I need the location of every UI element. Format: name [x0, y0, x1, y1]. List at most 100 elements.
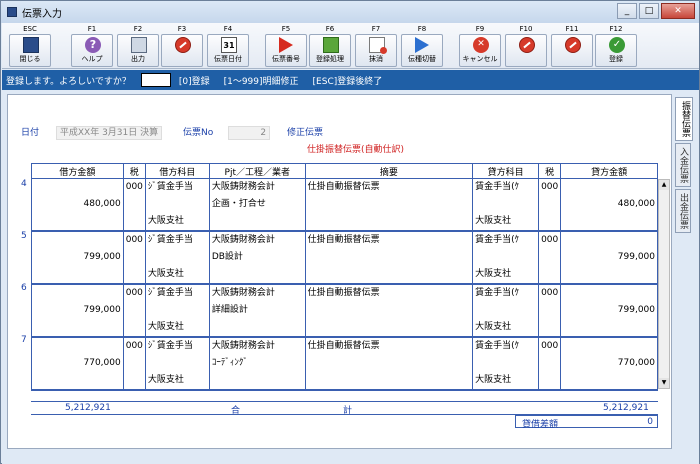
- fkey-face[interactable]: [161, 34, 203, 67]
- voucher-type-tabs: 振替伝票 入金伝票 出金伝票: [675, 97, 693, 235]
- table-row[interactable]: 770,000 000 ｼﾞ賃金手当 大阪支社 大阪鋳財務会計 ｺｰﾃﾞｨﾝｸﾞ 仕掛自動振…: [31, 337, 658, 391]
- cell-debit-dept[interactable]: 大阪支社: [146, 213, 209, 230]
- fkey-f1-button[interactable]: F1? ヘルプ: [70, 24, 114, 68]
- fkey-esc-button[interactable]: ESC 閉じる: [8, 24, 52, 68]
- fkey-label: F11: [565, 25, 579, 33]
- fkey-face[interactable]: [551, 34, 593, 67]
- tab-receipt-voucher[interactable]: 入金伝票: [675, 143, 691, 187]
- fkey-f8-button[interactable]: F8 伝種切替: [400, 24, 444, 68]
- fkey-f4-button[interactable]: F4 31 伝票日付: [206, 24, 250, 68]
- fkey-label: F10: [519, 25, 533, 33]
- cell-debit-amount[interactable]: 770,000: [32, 355, 123, 372]
- cell-pjt[interactable]: 大阪鋳財務会計: [210, 232, 305, 249]
- cell-credit-dept[interactable]: 大阪支社: [473, 319, 538, 336]
- cell-debit-amount[interactable]: 799,000: [32, 302, 123, 319]
- table-row[interactable]: 799,000 000 ｼﾞ賃金手当 大阪支社 大阪鋳財務会計 詳細設計 仕掛自動振替伝票賃…: [31, 284, 658, 338]
- cell-credit-amount[interactable]: 799,000: [561, 302, 657, 319]
- cell-pjt[interactable]: 大阪鋳財務会計: [210, 338, 305, 355]
- cell-process[interactable]: ｺｰﾃﾞｨﾝｸﾞ: [210, 355, 305, 372]
- cell-debit-dept[interactable]: 大阪支社: [146, 319, 209, 336]
- fkey-face[interactable]: 抹消: [355, 34, 397, 67]
- cell-debit-account[interactable]: ｼﾞ賃金手当: [146, 338, 209, 355]
- cell-credit-dept[interactable]: 大阪支社: [473, 266, 538, 283]
- red-play-icon: [279, 37, 295, 53]
- fkey-f5-button[interactable]: F5 伝票番号: [264, 24, 308, 68]
- fkey-face[interactable]: ✕ キャンセル: [459, 34, 501, 67]
- cell-process[interactable]: DB設計: [210, 249, 305, 266]
- fkey-label: F1: [87, 25, 97, 33]
- function-key-toolbar: ESC 閉じる F1? ヘルプ F2 出力 F3 F4 31 伝票日付 F5 伝票番号 F6 登録処理 F7…: [2, 23, 699, 69]
- tab-payment-voucher[interactable]: 出金伝票: [675, 189, 691, 233]
- fkey-f12-button[interactable]: F12 ✓ 登録: [594, 24, 638, 68]
- fkey-face[interactable]: 伝種切替: [401, 34, 443, 67]
- fkey-f9-button[interactable]: F9 ✕ キャンセル: [458, 24, 502, 68]
- tab-transfer-voucher[interactable]: 振替伝票: [675, 97, 693, 141]
- cell-debit-account[interactable]: ｼﾞ賃金手当: [146, 179, 209, 196]
- app-icon: [7, 7, 17, 17]
- cell-debit-tax[interactable]: 000: [124, 285, 145, 302]
- voucher-no-field[interactable]: 2: [228, 126, 271, 140]
- fkey-face[interactable]: ? ヘルプ: [71, 34, 113, 67]
- fkey-face[interactable]: 伝票番号: [265, 34, 307, 67]
- cell-credit-dept[interactable]: 大阪支社: [473, 372, 538, 389]
- cell-credit-dept[interactable]: 大阪支社: [473, 213, 538, 230]
- fkey-face[interactable]: [505, 34, 547, 67]
- cell-credit-amount[interactable]: 770,000: [561, 355, 657, 372]
- cell-credit-tax[interactable]: 000: [539, 338, 560, 355]
- fkey-label: F5: [281, 25, 291, 33]
- table-row[interactable]: 799,000 000 ｼﾞ賃金手当 大阪支社 大阪鋳財務会計 DB設計 仕掛自動振替伝票賃…: [31, 231, 658, 285]
- cell-memo[interactable]: 仕掛自動振替伝票: [306, 338, 473, 355]
- cell-process[interactable]: 詳細設計: [210, 302, 305, 319]
- cell-debit-tax[interactable]: 000: [124, 179, 145, 196]
- fkey-f7-button[interactable]: F7 抹消: [354, 24, 398, 68]
- cell-credit-account[interactable]: 賃金手当(ｹ: [473, 179, 538, 196]
- date-field[interactable]: 平成XX年 3月31日 決算: [55, 126, 163, 140]
- fkey-face[interactable]: 31 伝票日付: [207, 34, 249, 67]
- cell-pjt[interactable]: 大阪鋳財務会計: [210, 285, 305, 302]
- cell-credit-amount[interactable]: 480,000: [561, 196, 657, 213]
- cell-debit-dept[interactable]: 大阪支社: [146, 372, 209, 389]
- fkey-f6-button[interactable]: F6 登録処理: [308, 24, 352, 68]
- scroll-down-arrow[interactable]: ▼: [659, 378, 669, 388]
- cell-memo[interactable]: 仕掛自動振替伝票: [306, 285, 473, 302]
- cell-credit-tax[interactable]: 000: [539, 179, 560, 196]
- cell-credit-account[interactable]: 賃金手当(ｹ: [473, 232, 538, 249]
- cell-memo[interactable]: 仕掛自動振替伝票: [306, 179, 473, 196]
- cell-debit-dept[interactable]: 大阪支社: [146, 266, 209, 283]
- close-window-button[interactable]: ✕: [661, 3, 695, 19]
- minimize-button[interactable]: _: [617, 3, 637, 19]
- confirm-input[interactable]: [140, 73, 171, 87]
- difference-label: 貸借差額: [522, 420, 559, 430]
- scroll-up-arrow[interactable]: ▲: [659, 180, 669, 190]
- cell-pjt[interactable]: 大阪鋳財務会計: [210, 179, 305, 196]
- fkey-f10-button[interactable]: F10: [504, 24, 548, 68]
- fkey-f3-button[interactable]: F3: [160, 24, 204, 68]
- cell-debit-account[interactable]: ｼﾞ賃金手当: [146, 285, 209, 302]
- fkey-face[interactable]: 閉じる: [9, 34, 51, 67]
- cell-debit-tax[interactable]: 000: [124, 232, 145, 249]
- vertical-scrollbar[interactable]: ▲ ▼: [658, 179, 670, 389]
- cell-credit-account[interactable]: 賃金手当(ｹ: [473, 338, 538, 355]
- cell-credit-tax[interactable]: 000: [539, 232, 560, 249]
- cell-debit-account[interactable]: ｼﾞ賃金手当: [146, 232, 209, 249]
- cell-credit-amount[interactable]: 799,000: [561, 249, 657, 266]
- cell-debit-amount[interactable]: 799,000: [32, 249, 123, 266]
- entries-table: 借方金額税借方科目 Pjt／工程／業者 摘要 貸方科目税貸方金額 480,000 000…: [31, 163, 658, 391]
- cell-debit-tax[interactable]: 000: [124, 338, 145, 355]
- fkey-caption: 登録処理: [316, 55, 344, 63]
- cell-process[interactable]: 企画・打合せ: [210, 196, 305, 213]
- fkey-face[interactable]: 登録処理: [309, 34, 351, 67]
- fkey-f11-button[interactable]: F11: [550, 24, 594, 68]
- col-header: 借方科目: [144, 163, 210, 179]
- cell-credit-account[interactable]: 賃金手当(ｹ: [473, 285, 538, 302]
- table-row[interactable]: 480,000 000 ｼﾞ賃金手当 大阪支社 大阪鋳財務会計 企画・打合せ 仕掛自動振替伝…: [31, 178, 658, 232]
- fkey-face[interactable]: 出力: [117, 34, 159, 67]
- delete-doc-icon: [369, 37, 387, 54]
- cell-memo[interactable]: 仕掛自動振替伝票: [306, 232, 473, 249]
- fkey-face[interactable]: ✓ 登録: [595, 34, 637, 67]
- maximize-button[interactable]: □: [639, 3, 659, 19]
- fkey-f2-button[interactable]: F2 出力: [116, 24, 160, 68]
- cell-credit-tax[interactable]: 000: [539, 285, 560, 302]
- cell-debit-amount[interactable]: 480,000: [32, 196, 123, 213]
- col-header: 税: [122, 163, 146, 179]
